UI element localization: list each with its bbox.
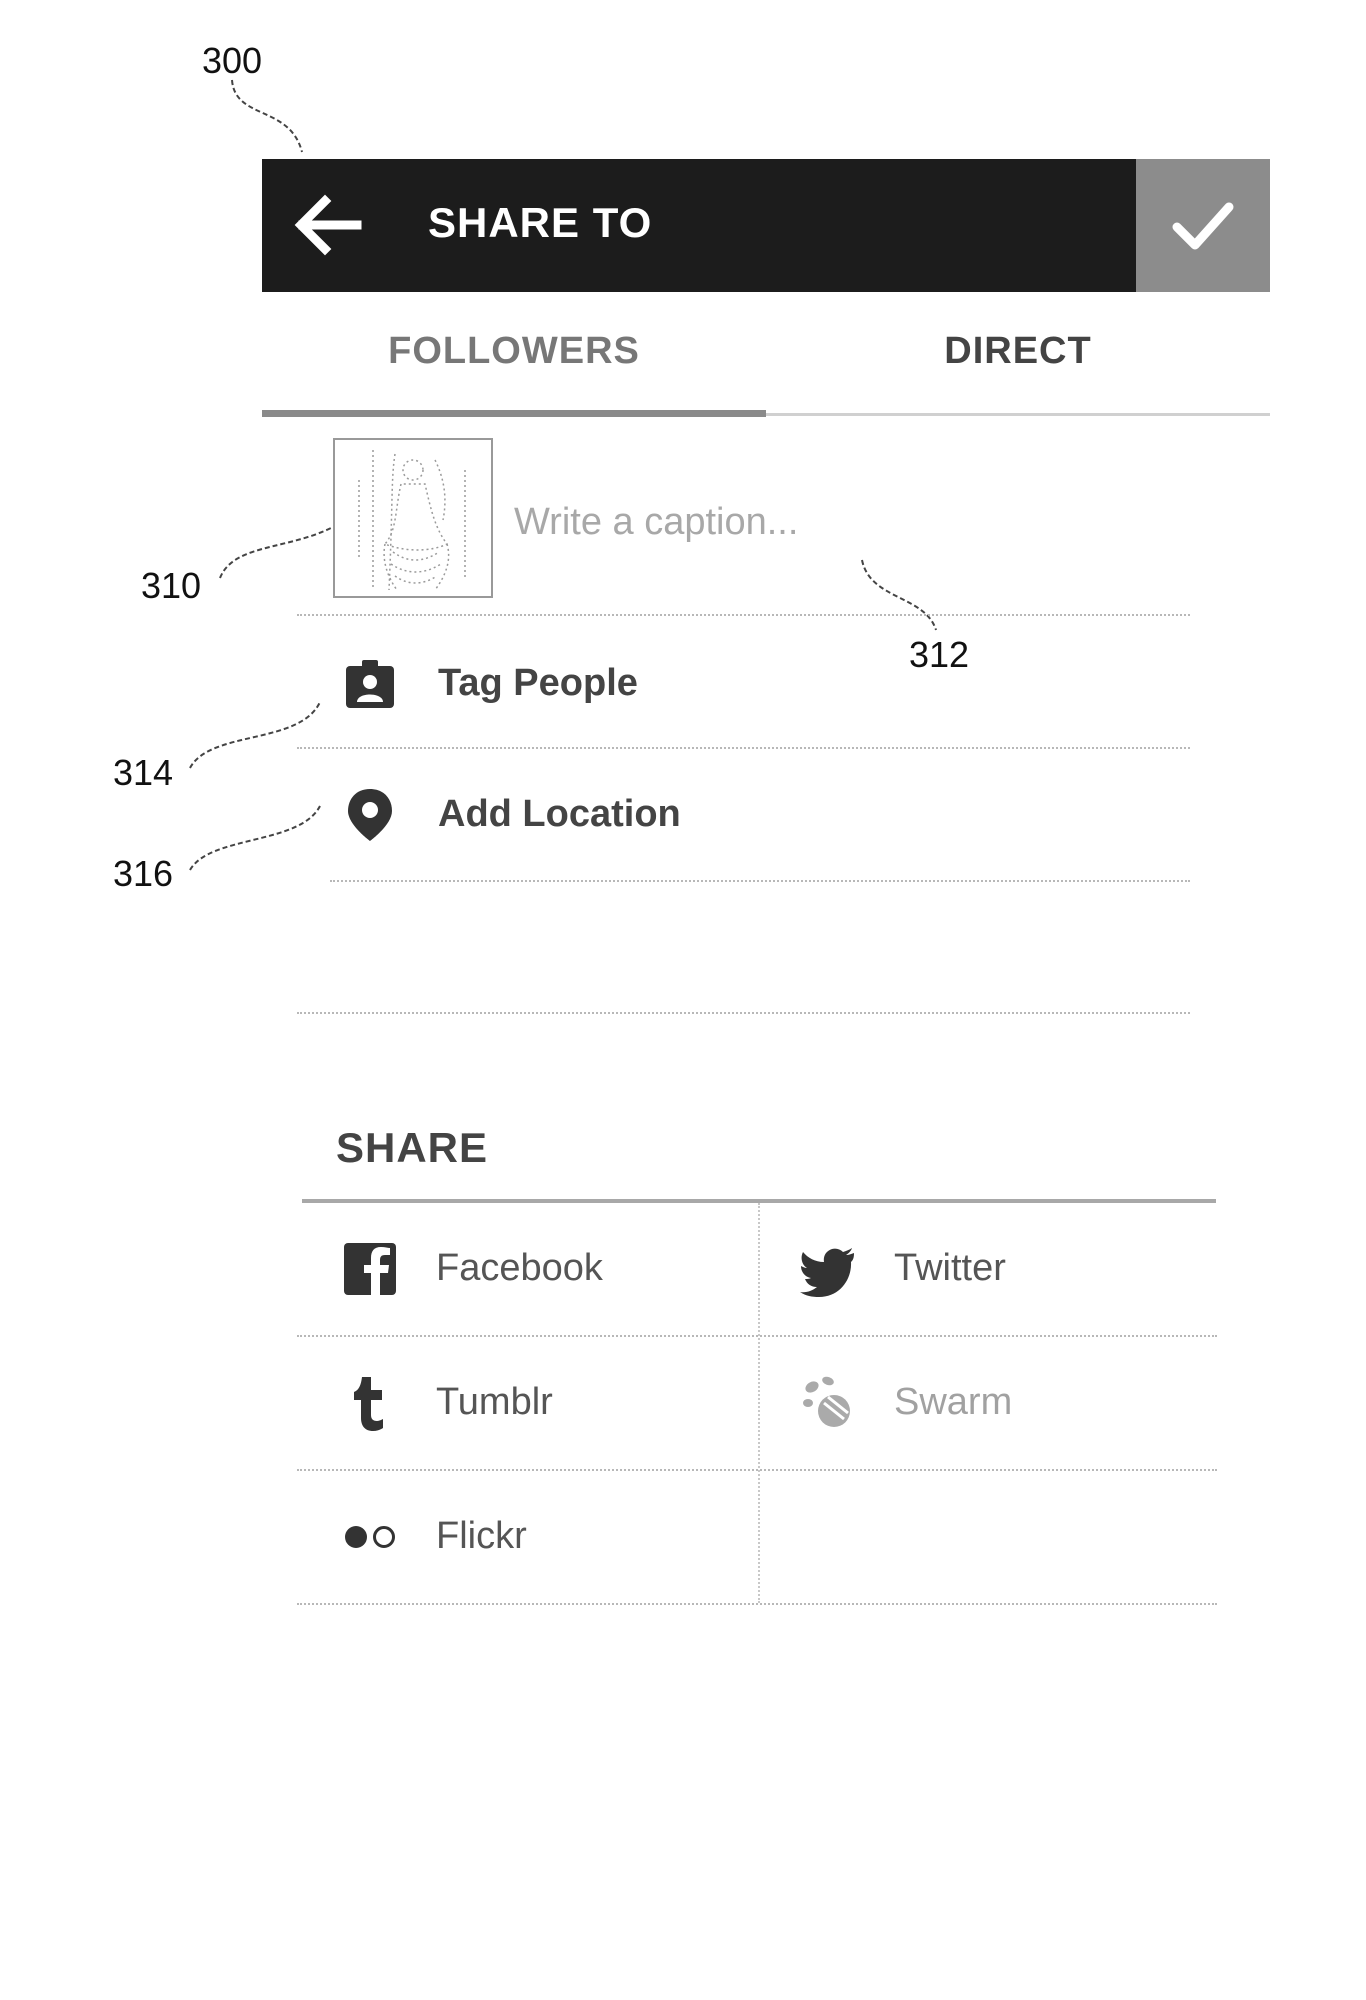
photo-sketch (358, 450, 466, 591)
caption-input[interactable] (512, 494, 1216, 550)
tag-people-label: Tag People (438, 662, 638, 704)
caption-divider (297, 614, 1190, 616)
checkmark-icon (1172, 202, 1234, 250)
add-location-divider (330, 880, 1190, 882)
arrow-left-icon (294, 194, 362, 256)
swarm-label: Swarm (894, 1381, 1013, 1423)
leader-line-316 (189, 805, 321, 871)
leader-line-314 (189, 701, 321, 769)
page-title: SHARE TO (428, 199, 653, 246)
tab-selected-indicator (262, 410, 766, 417)
share-twitter[interactable]: Twitter (760, 1203, 1216, 1335)
flickr-label: Flickr (436, 1515, 527, 1557)
twitter-icon (800, 1248, 854, 1297)
swarm-icon (803, 1376, 850, 1427)
add-location-label: Add Location (438, 793, 681, 835)
add-location-row[interactable]: Add Location (304, 749, 1216, 881)
tag-people-row[interactable]: Tag People (304, 618, 1216, 750)
flickr-icon (345, 1526, 395, 1548)
leader-line-310 (219, 517, 349, 579)
tumblr-icon (354, 1377, 383, 1431)
reference-numeral-300: 300 (202, 40, 263, 81)
share-flickr[interactable]: Flickr (302, 1471, 758, 1603)
back-button[interactable] (289, 189, 369, 261)
confirm-share-button[interactable] (1136, 159, 1270, 292)
tab-direct[interactable]: DIRECT (766, 330, 1270, 373)
tag-person-icon (346, 660, 394, 708)
leader-lines (189, 79, 937, 871)
reference-numeral-310: 310 (141, 565, 202, 606)
app-bar: SHARE TO (262, 159, 1270, 292)
twitter-label: Twitter (894, 1247, 1006, 1289)
facebook-icon (344, 1243, 396, 1297)
reference-numeral-314: 314 (113, 752, 174, 793)
leader-line-300 (231, 79, 303, 153)
share-heading: SHARE (336, 1124, 489, 1171)
share-facebook[interactable]: Facebook (302, 1203, 758, 1335)
tumblr-label: Tumblr (436, 1381, 553, 1423)
share-swarm[interactable]: Swarm (760, 1337, 1216, 1469)
location-pin-icon (348, 789, 392, 841)
facebook-label: Facebook (436, 1247, 603, 1289)
share-row-divider-3 (297, 1603, 1217, 1605)
share-tumblr[interactable]: Tumblr (302, 1337, 758, 1469)
tab-followers[interactable]: FOLLOWERS (262, 330, 766, 373)
reference-numeral-316: 316 (113, 853, 174, 894)
options-end-divider (297, 1012, 1190, 1014)
photo-thumbnail (333, 438, 493, 598)
